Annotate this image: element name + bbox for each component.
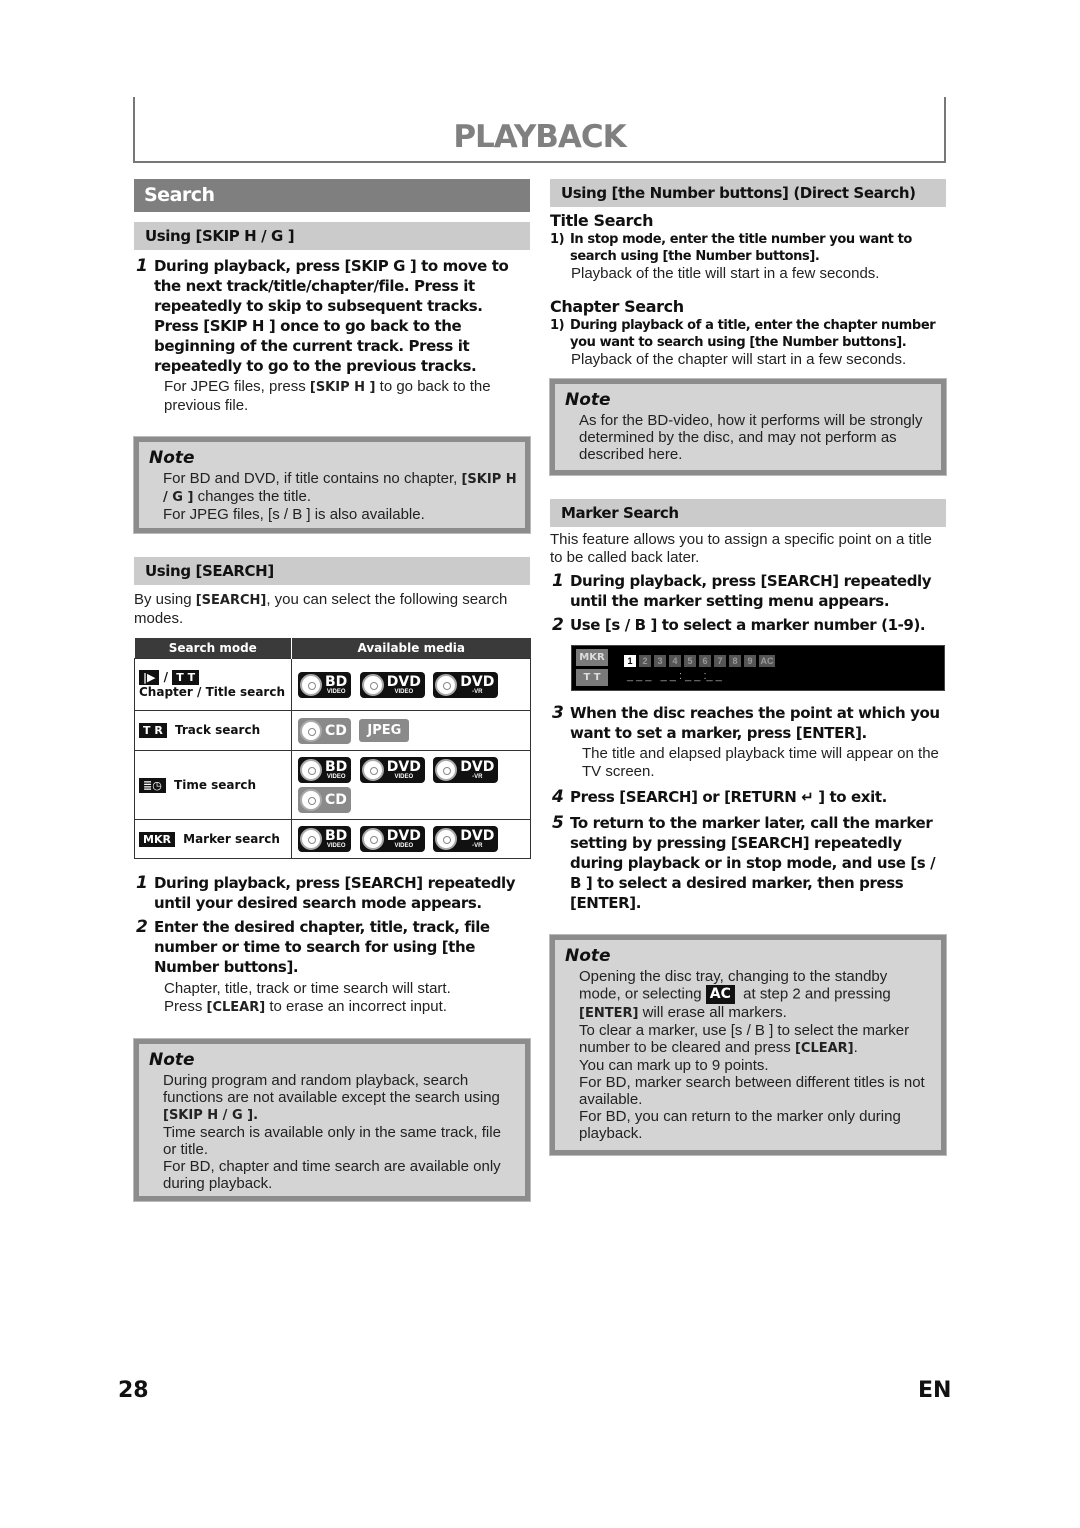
marker-slot: AC xyxy=(759,655,775,667)
mode-label: Marker search xyxy=(183,831,280,846)
page-number: 28 xyxy=(118,1378,149,1403)
language-code: EN xyxy=(918,1378,952,1403)
table-row: T R Track search CD JPEG xyxy=(134,710,531,751)
disc-icon xyxy=(300,673,322,696)
heading-using-skip: Using [SKIP H / G ] xyxy=(134,222,530,250)
marker-icon: MKR xyxy=(139,831,175,847)
bd-video-logo: BD VIDEO xyxy=(298,671,352,698)
marker-step-4: 4 Press [SEARCH] or [RETURN ↵ ] to exit. xyxy=(552,787,887,807)
bd-video-logo: BD VIDEO xyxy=(298,757,352,783)
chapter-search-heading: Chapter Search xyxy=(550,297,684,316)
ac-badge: AC xyxy=(705,985,735,1004)
skip-step-1: 1 During playback, press [SKIP G ] to mo… xyxy=(136,256,509,375)
title-search-heading: Title Search xyxy=(550,211,654,230)
mode-label: Track search xyxy=(175,723,261,737)
dvd-vr-logo: DVD -VR xyxy=(433,826,499,852)
chapter-search-step: 1) During playback of a title, enter the… xyxy=(550,318,936,350)
note-bd-video: Note As for the BD-video, how it perform… xyxy=(549,378,947,476)
marker-slot: 2 xyxy=(639,655,651,667)
jpeg-logo: JPEG xyxy=(359,719,410,742)
time-icon: ≣◷ xyxy=(139,777,166,793)
table-header-search-mode: Search mode xyxy=(134,638,292,659)
marker-slot: 4 xyxy=(669,655,681,667)
marker-step-2: 2 Use [s / B ] to select a marker number … xyxy=(552,615,926,635)
media-cell: BD VIDEO DVD VIDEO DVD -VR xyxy=(291,658,531,711)
media-cell: CD JPEG xyxy=(291,710,531,751)
search-intro: By using [SEARCH], you can select the fo… xyxy=(134,591,508,627)
page-header: PLAYBACK xyxy=(133,97,946,163)
skip-step-1-detail: For JPEG files, press [SKIP H ] to go ba… xyxy=(164,378,491,414)
section-title-search: Search xyxy=(134,179,530,212)
note-skip: Note For BD and DVD, if title contains n… xyxy=(133,436,531,534)
marker-intro: This feature allows you to assign a spec… xyxy=(550,531,932,566)
osd-tt-tag: T T xyxy=(576,669,608,686)
cd-logo: CD xyxy=(298,787,351,813)
bd-video-logo: BD VIDEO xyxy=(298,826,352,852)
marker-slot: 3 xyxy=(654,655,666,667)
media-cell: BD VIDEO DVD VIDEO DVD -VR xyxy=(291,819,531,859)
marker-slot: 9 xyxy=(744,655,756,667)
dvd-video-logo: DVD VIDEO xyxy=(359,671,425,698)
marker-slot: 6 xyxy=(699,655,711,667)
mode-label: Chapter / Title search xyxy=(139,685,285,699)
dvd-video-logo: DVD VIDEO xyxy=(359,826,425,852)
marker-slot: 5 xyxy=(684,655,696,667)
disc-icon xyxy=(435,673,458,696)
disc-icon xyxy=(361,828,384,850)
marker-osd-screen: MKR T T 1 2 3 4 5 6 7 8 9 AC _ _ _ _ _ : _ _ :_ _ xyxy=(571,645,945,691)
chapter-icon: |▶ xyxy=(139,670,160,685)
disc-icon xyxy=(300,759,322,781)
osd-time-readout: _ _ _ _ _ : _ _ :_ _ xyxy=(627,670,722,682)
table-header-available-media: Available media xyxy=(291,638,531,659)
media-cell: BD VIDEO DVD VIDEO DVD -VR CD xyxy=(291,750,531,820)
heading-marker-search: Marker Search xyxy=(550,499,946,527)
dvd-vr-logo: DVD -VR xyxy=(433,671,499,698)
marker-number-row: 1 2 3 4 5 6 7 8 9 AC xyxy=(624,651,778,669)
marker-slot: 8 xyxy=(729,655,741,667)
table-row: |▶ / T T Chapter / Title search BD VIDEO … xyxy=(134,658,531,711)
table-row: ≣◷ Time search BD VIDEO DVD VIDEO DVD -VR C… xyxy=(134,750,531,820)
dvd-video-logo: DVD VIDEO xyxy=(359,757,425,783)
marker-step-1: 1 During playback, press [SEARCH] repeate… xyxy=(552,571,932,610)
dvd-vr-logo: DVD -VR xyxy=(433,757,499,783)
marker-slot: 1 xyxy=(624,655,636,667)
page-title: PLAYBACK xyxy=(453,119,626,155)
heading-direct-search: Using [the Number buttons] (Direct Searc… xyxy=(550,179,946,207)
search-mode-table: Search mode Available media |▶ / T T Cha… xyxy=(134,638,531,859)
search-step-1: 1 During playback, press [SEARCH] repeat… xyxy=(136,873,516,912)
disc-icon xyxy=(435,828,458,850)
search-step-2-detail: Chapter, title, track or time search wil… xyxy=(164,980,451,1015)
cd-logo: CD xyxy=(298,717,351,744)
disc-icon xyxy=(300,789,322,811)
marker-step-5: 5 To return to the marker later, call the… xyxy=(552,813,936,912)
title-icon: T T xyxy=(172,670,200,685)
search-step-2: 2 Enter the desired chapter, title, trac… xyxy=(136,917,490,976)
table-row: MKR Marker search BD VIDEO DVD VIDEO DVD -V… xyxy=(134,819,531,859)
disc-icon xyxy=(300,719,322,742)
note-marker: Note Opening the disc tray, changing to … xyxy=(549,934,947,1156)
left-column: Search Using [SKIP H / G ] 1 During play… xyxy=(133,179,531,1202)
disc-icon xyxy=(361,759,384,781)
disc-icon xyxy=(361,673,384,696)
mode-label: Time search xyxy=(174,777,257,792)
right-column: Using [the Number buttons] (Direct Searc… xyxy=(549,179,947,1156)
disc-icon xyxy=(435,759,458,781)
track-icon: T R xyxy=(139,723,167,738)
note-search: Note During program and random playback,… xyxy=(133,1038,531,1202)
osd-mkr-tag: MKR xyxy=(576,649,608,666)
marker-slot: 7 xyxy=(714,655,726,667)
title-search-step: 1) In stop mode, enter the title number … xyxy=(550,232,912,264)
heading-using-search: Using [SEARCH] xyxy=(134,557,530,585)
disc-icon xyxy=(300,828,322,850)
marker-step-3: 3 When the disc reaches the point at whic… xyxy=(552,703,940,742)
